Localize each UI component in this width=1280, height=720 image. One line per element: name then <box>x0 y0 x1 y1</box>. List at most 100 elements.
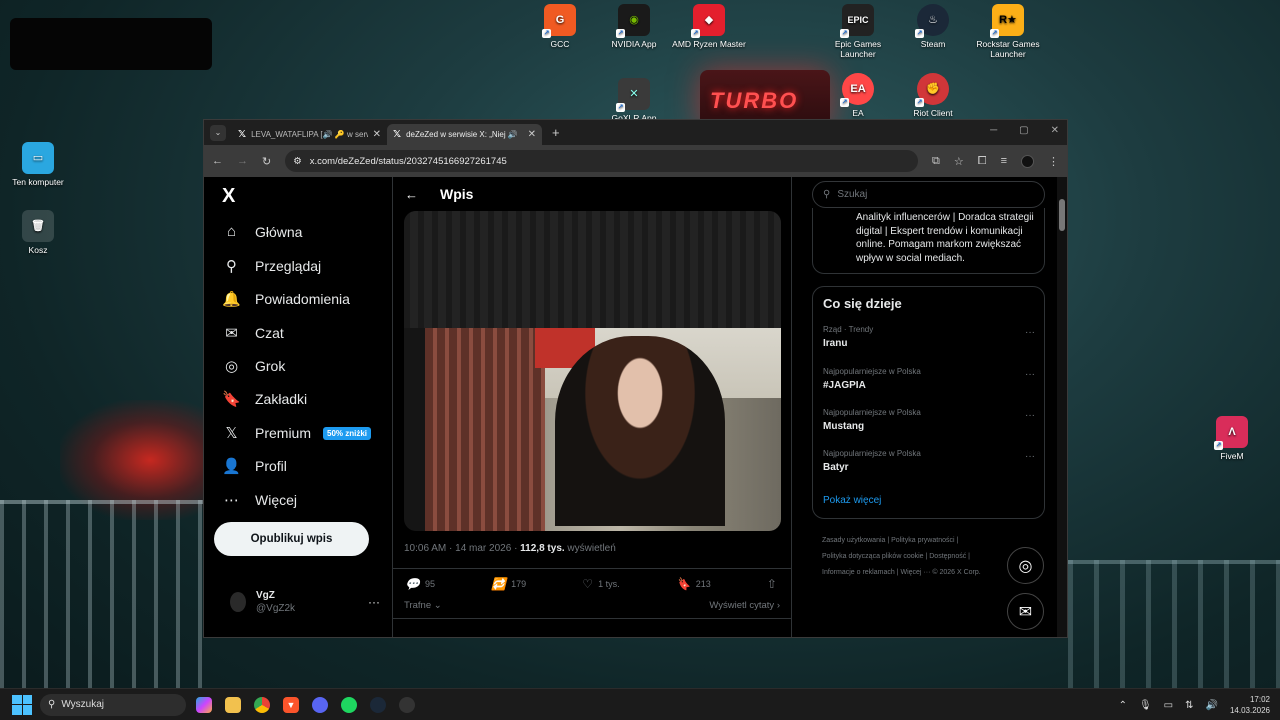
volume-icon[interactable]: 🔊 <box>1206 700 1218 711</box>
tab-dezezed[interactable]: 𝕏 deZeZed w serwisie X: „Niej 🔊 ✕ <box>387 124 542 145</box>
extensions-icon[interactable]: ⧠ <box>978 155 987 168</box>
sort-replies-dropdown[interactable]: Trafne ⌄ <box>404 600 442 611</box>
more-horizontal-icon[interactable]: ··· <box>1025 327 1035 338</box>
start-button[interactable] <box>12 694 32 715</box>
reload-icon[interactable]: ↻ <box>262 155 271 168</box>
desktop-icon-goxlr[interactable]: ✕ ↗ GoXLR App <box>596 78 672 123</box>
tab-search-button[interactable]: ⌄ <box>210 124 226 141</box>
repost-button[interactable]: 🔁 179 <box>491 577 526 591</box>
nav-item-explore[interactable]: ⚲ Przeglądaj <box>222 257 321 275</box>
video-background <box>404 211 781 328</box>
github-desktop-icon[interactable] <box>399 696 415 713</box>
search-input[interactable]: ⚲ Szukaj <box>812 181 1045 208</box>
bookmark-button[interactable]: 🔖 213 <box>676 577 711 591</box>
desktop-icon-steam[interactable]: ♨ ↗ Steam <box>895 4 971 49</box>
more-horizontal-icon[interactable]: ··· <box>368 595 380 609</box>
x-favicon-icon: 𝕏 <box>238 129 247 140</box>
file-explorer-icon[interactable] <box>225 696 241 713</box>
messages-floating-button[interactable]: ✉ <box>1007 593 1044 630</box>
steam-icon[interactable] <box>370 696 386 713</box>
desktop-icon-this-pc[interactable]: ▭ Ten komputer <box>0 142 76 187</box>
url-field[interactable]: ⚙ x.com/deZeZed/status/20327451669272617… <box>285 150 919 172</box>
trend-item[interactable]: Najpopularniejsze w Polska Mustang ··· <box>823 408 1035 432</box>
desktop-icon-epic-games[interactable]: EPIC ↗ Epic Games Launcher <box>820 4 896 59</box>
nav-item-premium[interactable]: 𝕏 Premium 50% zniżki <box>222 424 372 442</box>
chrome-icon[interactable] <box>254 696 270 713</box>
post-button[interactable]: Opublikuj wpis <box>214 522 369 556</box>
install-app-icon[interactable]: ⧉ <box>932 155 940 168</box>
back-icon[interactable]: ← <box>212 155 223 167</box>
back-arrow-icon[interactable]: ← <box>405 187 418 202</box>
window-controls: ─ ▢ ✕ <box>990 125 1059 136</box>
taskbar: ⚲ Wyszukaj ▼ ⌃ 🎙 ▭ ⇅ 🔊 17:02 14.03.2026 <box>0 688 1280 720</box>
reply-icon: 💬 <box>405 577 420 591</box>
post-meta: 10:06 AM · 14 mar 2026 · 112,8 tys. wyśw… <box>404 543 616 554</box>
spotify-icon[interactable] <box>341 696 357 713</box>
site-info-icon[interactable]: ⚙ <box>293 156 302 167</box>
more-horizontal-icon[interactable]: ··· <box>1025 410 1035 421</box>
scrollbar[interactable] <box>1057 177 1067 637</box>
nav-item-bookmarks[interactable]: 🔖 Zakładki <box>222 390 307 408</box>
share-button[interactable]: ⇧ <box>767 577 777 591</box>
desktop-icon-nvidia[interactable]: ◉ ↗ NVIDIA App <box>596 4 672 49</box>
heart-icon: ♡ <box>582 577 594 591</box>
grok-floating-button[interactable]: ◎ <box>1007 547 1044 584</box>
nav-item-grok[interactable]: ◎ Grok <box>222 357 285 375</box>
desktop-icon-ea[interactable]: EA ↗ EA <box>820 73 896 118</box>
copilot-icon[interactable] <box>196 696 212 713</box>
view-quotes-link[interactable]: Wyświetl cytaty › <box>709 600 780 611</box>
close-window-icon[interactable]: ✕ <box>1051 125 1059 136</box>
grok-icon: ◎ <box>224 358 239 375</box>
desktop-icon-recycle-bin[interactable]: 🗑 Kosz <box>0 210 76 255</box>
desktop-icon-amd-ryzen-master[interactable]: ◆ ↗ AMD Ryzen Master <box>671 4 747 49</box>
new-tab-button[interactable]: + <box>552 125 560 140</box>
desktop-icon-gcc[interactable]: G ↗ GCC <box>522 4 598 49</box>
brave-icon[interactable]: ▼ <box>283 696 299 713</box>
desktop-icon-rockstar[interactable]: R★ ↗ Rockstar Games Launcher <box>970 4 1046 59</box>
page-title: Wpis <box>440 186 474 202</box>
maximize-icon[interactable]: ▢ <box>1019 125 1028 136</box>
clock[interactable]: 17:02 14.03.2026 <box>1230 694 1270 716</box>
reply-button[interactable]: 💬 95 <box>405 577 435 591</box>
toolbar-icons: ⧉ ☆ ⧠ ≡ ⋮ <box>932 154 1059 168</box>
more-horizontal-icon[interactable]: ··· <box>1025 369 1035 380</box>
close-tab-icon[interactable]: ✕ <box>528 129 536 140</box>
bell-icon: 🔔 <box>222 291 241 308</box>
display-icon[interactable]: ▭ <box>1164 700 1173 711</box>
trend-item[interactable]: Najpopularniejsze w Polska Batyr ··· <box>823 449 1035 473</box>
close-tab-icon[interactable]: ✕ <box>373 129 381 140</box>
post-video[interactable] <box>404 211 781 531</box>
account-switcher[interactable]: VgZ @VgZ2k ··· <box>230 590 380 614</box>
nav-item-notifications[interactable]: 🔔 Powiadomienia <box>222 290 350 308</box>
show-more-link[interactable]: Pokaż więcej <box>823 495 881 506</box>
nav-item-home[interactable]: ⌂ Główna <box>222 223 303 240</box>
rockstar-icon: R★ ↗ <box>990 4 1024 38</box>
discord-icon[interactable] <box>312 696 328 713</box>
forward-icon[interactable]: → <box>237 155 248 167</box>
menu-icon[interactable]: ⋮ <box>1048 155 1059 168</box>
desktop-icon-fivem[interactable]: Λ ↗ FiveM <box>1194 416 1270 461</box>
tab-leva-watafl[interactable]: 𝕏 LEVA_WATAFLIPA [🔊 🔑 w serwisie X ✕ <box>232 124 387 145</box>
nav-item-more[interactable]: ⋯ Więcej <box>222 491 297 509</box>
browser-window: ⌄ 𝕏 LEVA_WATAFLIPA [🔊 🔑 w serwisie X ✕ 𝕏… <box>203 119 1068 638</box>
bookmark-star-icon[interactable]: ☆ <box>954 155 964 168</box>
profile-avatar[interactable] <box>1021 154 1034 168</box>
goxlr-icon: ✕ ↗ <box>616 78 650 112</box>
microphone-icon[interactable]: 🎙 <box>1139 700 1152 711</box>
taskbar-search[interactable]: ⚲ Wyszukaj <box>40 693 186 716</box>
trend-item[interactable]: Najpopularniejsze w Polska #JAGPIA ··· <box>823 367 1035 391</box>
x-logo-icon[interactable]: X <box>222 185 235 208</box>
network-icon[interactable]: ⇅ <box>1185 700 1193 711</box>
chevron-up-icon[interactable]: ⌃ <box>1119 700 1127 711</box>
like-button[interactable]: ♡ 1 tys. <box>582 577 619 591</box>
trend-item[interactable]: Rząd · Trendy Iranu ··· <box>823 325 1035 349</box>
envelope-icon: ✉ <box>225 325 238 342</box>
nav-item-profile[interactable]: 👤 Profil <box>222 457 287 475</box>
media-controls-icon[interactable]: ≡ <box>1001 155 1007 167</box>
more-horizontal-icon[interactable]: ··· <box>1025 451 1035 462</box>
bookmark-icon: 🔖 <box>675 577 691 591</box>
desktop-icon-riot-client[interactable]: ✊ ↗ Riot Client <box>895 73 971 118</box>
amd-ryzen-icon: ◆ ↗ <box>691 4 725 38</box>
minimize-icon[interactable]: ─ <box>990 125 997 136</box>
nav-item-chat[interactable]: ✉ Czat <box>222 324 284 342</box>
